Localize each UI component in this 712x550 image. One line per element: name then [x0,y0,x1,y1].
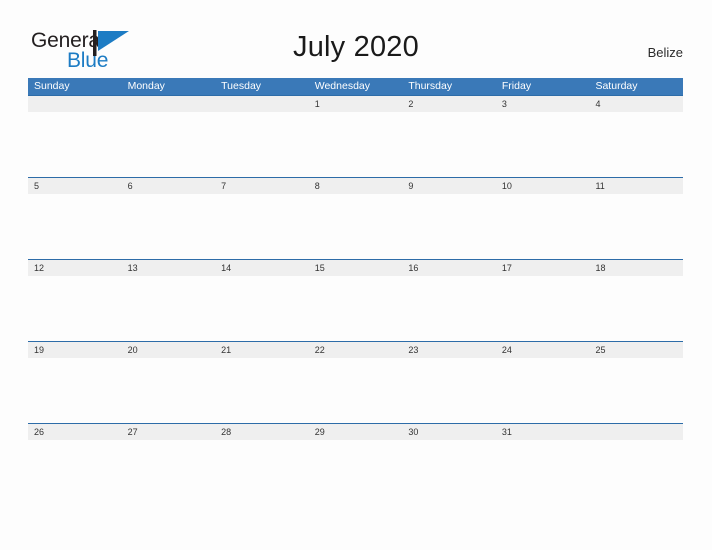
day-note-area[interactable] [496,276,590,341]
day-note-area[interactable] [589,358,683,423]
day-cell[interactable]: 24 [496,342,590,358]
day-cell[interactable]: 26 [28,424,122,440]
day-note-area[interactable] [122,112,216,177]
calendar-grid: Sunday Monday Tuesday Wednesday Thursday… [28,78,683,505]
day-note-area[interactable] [28,112,122,177]
day-cell[interactable]: 15 [309,260,403,276]
day-note-area[interactable] [215,112,309,177]
day-note-area[interactable] [589,440,683,505]
day-note-area[interactable] [496,194,590,259]
day-note-area[interactable] [589,112,683,177]
country-label: Belize [647,45,683,60]
day-cell[interactable]: 6 [122,178,216,194]
day-cell[interactable]: 20 [122,342,216,358]
weekday-tuesday: Tuesday [221,80,262,92]
weekday-header-row: Sunday Monday Tuesday Wednesday Thursday… [28,78,683,95]
day-note-area[interactable] [215,194,309,259]
weekday-sunday: Sunday [34,80,70,92]
week-row: 19 20 21 22 23 24 25 [28,341,683,423]
week-date-strip: 1 2 3 4 [28,95,683,112]
weekday-thursday: Thursday [408,80,453,92]
day-cell[interactable]: 11 [589,178,683,194]
page-title: July 2020 [293,31,419,63]
weekday-wednesday: Wednesday [314,80,370,92]
day-note-area[interactable] [496,112,590,177]
day-cell[interactable]: 16 [402,260,496,276]
day-note-area[interactable] [496,358,590,423]
day-cell[interactable]: 19 [28,342,122,358]
day-cell[interactable]: 18 [589,260,683,276]
day-cell[interactable]: 27 [122,424,216,440]
day-cell[interactable]: 30 [402,424,496,440]
week-date-strip: 19 20 21 22 23 24 25 [28,341,683,358]
day-cell[interactable]: 21 [215,342,309,358]
day-note-area[interactable] [402,358,496,423]
day-note-area[interactable] [309,112,403,177]
day-note-area[interactable] [122,194,216,259]
day-cell[interactable]: 3 [496,96,590,112]
week-body [28,194,683,259]
day-note-area[interactable] [309,358,403,423]
day-cell[interactable]: 14 [215,260,309,276]
week-date-strip: 12 13 14 15 16 17 18 [28,259,683,276]
day-cell[interactable] [589,424,683,440]
week-row: 12 13 14 15 16 17 18 [28,259,683,341]
day-cell[interactable]: 1 [309,96,403,112]
day-cell[interactable]: 17 [496,260,590,276]
weekday-friday: Friday [501,80,532,92]
day-cell[interactable] [215,96,309,112]
day-note-area[interactable] [309,440,403,505]
day-cell[interactable]: 2 [402,96,496,112]
day-note-area[interactable] [402,194,496,259]
day-note-area[interactable] [122,276,216,341]
day-note-area[interactable] [402,440,496,505]
week-date-strip: 26 27 28 29 30 31 [28,423,683,440]
weekday-monday: Monday [127,80,165,92]
day-cell[interactable]: 7 [215,178,309,194]
week-body [28,440,683,505]
day-cell[interactable]: 13 [122,260,216,276]
day-cell[interactable] [122,96,216,112]
day-cell[interactable]: 25 [589,342,683,358]
week-body [28,276,683,341]
day-cell[interactable]: 31 [496,424,590,440]
day-note-area[interactable] [215,276,309,341]
week-body [28,112,683,177]
day-note-area[interactable] [28,194,122,259]
week-body [28,358,683,423]
week-row: 26 27 28 29 30 31 [28,423,683,505]
day-cell[interactable]: 10 [496,178,590,194]
day-note-area[interactable] [215,358,309,423]
day-note-area[interactable] [122,440,216,505]
day-cell[interactable]: 28 [215,424,309,440]
day-note-area[interactable] [28,440,122,505]
day-note-area[interactable] [28,276,122,341]
day-cell[interactable]: 22 [309,342,403,358]
day-cell[interactable]: 4 [589,96,683,112]
day-cell[interactable]: 5 [28,178,122,194]
week-row: 5 6 7 8 9 10 11 [28,177,683,259]
weekday-saturday: Saturday [595,80,638,92]
day-cell[interactable]: 23 [402,342,496,358]
day-cell[interactable] [28,96,122,112]
day-cell[interactable]: 8 [309,178,403,194]
day-cell[interactable]: 9 [402,178,496,194]
day-note-area[interactable] [309,194,403,259]
day-note-area[interactable] [122,358,216,423]
day-note-area[interactable] [496,440,590,505]
week-date-strip: 5 6 7 8 9 10 11 [28,177,683,194]
day-cell[interactable]: 29 [309,424,403,440]
page-header: General Blue July 2020 Belize [0,0,712,78]
day-note-area[interactable] [402,112,496,177]
day-note-area[interactable] [215,440,309,505]
day-note-area[interactable] [28,358,122,423]
week-row: 1 2 3 4 [28,95,683,177]
day-cell[interactable]: 12 [28,260,122,276]
day-note-area[interactable] [402,276,496,341]
day-note-area[interactable] [589,194,683,259]
day-note-area[interactable] [589,276,683,341]
day-note-area[interactable] [309,276,403,341]
